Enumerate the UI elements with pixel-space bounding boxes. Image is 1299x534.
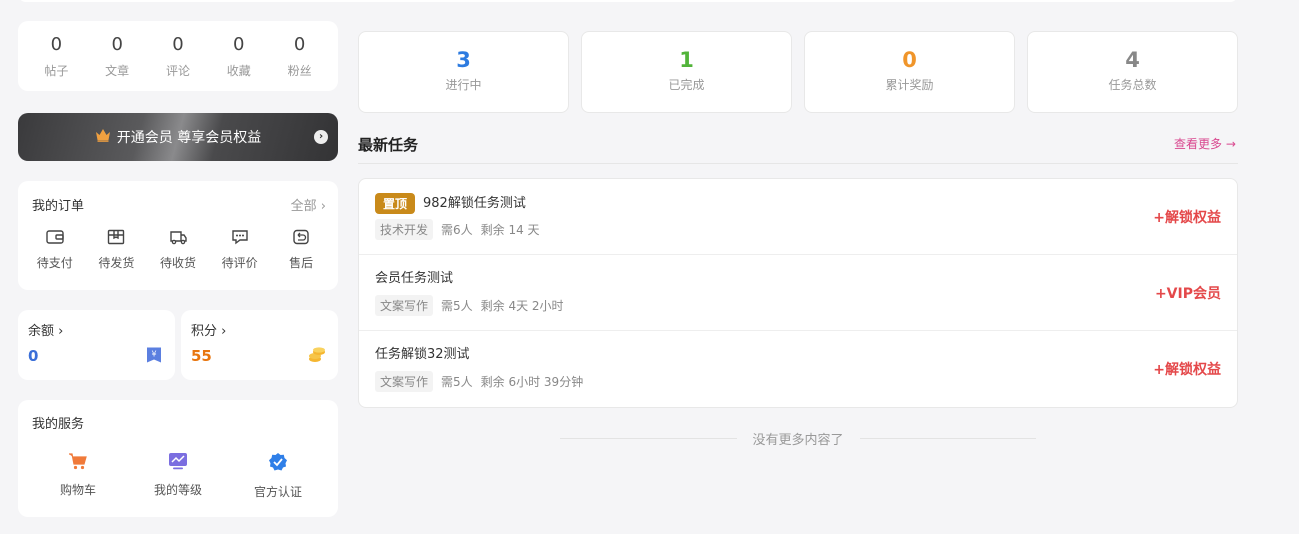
stat-value: 0 <box>172 33 184 55</box>
task-title: 任务解锁32测试 <box>375 347 470 362</box>
stat-label: 评论 <box>165 63 190 78</box>
stat-label: 帖子 <box>44 63 69 78</box>
chat-icon <box>230 228 250 246</box>
task-reward: +解锁权益 <box>1153 210 1221 226</box>
balance-card[interactable]: 余额 › 0 ¥ <box>18 310 175 380</box>
service-verification[interactable]: 官方认证 <box>238 452 318 500</box>
vip-banner[interactable]: 开通会员 尊享会员权益 › <box>18 113 338 161</box>
box-icon <box>106 228 126 246</box>
task-stat-label: 已完成 <box>668 78 705 92</box>
chevron-right-icon: › <box>314 130 328 144</box>
order-pending-receipt[interactable]: 待收货 <box>150 228 206 271</box>
view-more-link[interactable]: 查看更多 → <box>1174 135 1236 152</box>
service-label: 我的等级 <box>153 483 202 497</box>
points-card[interactable]: 积分 › 55 <box>181 310 338 380</box>
divider-line <box>859 438 1037 439</box>
task-title: 会员任务测试 <box>375 271 454 286</box>
stat-posts[interactable]: 0 帖子 <box>31 34 81 79</box>
task-remaining: 剩余 4天 2小时 <box>480 299 564 313</box>
task-people: 需5人 <box>441 375 473 389</box>
crown-icon <box>95 128 111 146</box>
task-remaining: 剩余 6小时 39分钟 <box>480 375 584 389</box>
top-card-edge <box>18 0 1238 2</box>
task-stat-label: 进行中 <box>445 78 482 92</box>
task-stat-value: 1 <box>679 48 694 72</box>
stat-value: 0 <box>293 33 306 55</box>
stat-label: 收藏 <box>226 63 251 78</box>
order-pending-payment[interactable]: 待支付 <box>27 228 83 271</box>
task-stat-in-progress[interactable]: 3 进行中 <box>358 31 569 113</box>
stat-comments[interactable]: 0 评论 <box>153 34 203 79</box>
stat-value: 0 <box>233 33 245 55</box>
service-label: 购物车 <box>59 483 96 497</box>
my-services-card: 我的服务 购物车 我的等级 官方认证 <box>18 400 338 517</box>
stat-articles[interactable]: 0 文章 <box>92 34 142 79</box>
vip-banner-label: 开通会员 尊享会员权益 <box>116 130 262 146</box>
orders-title: 我的订单 <box>32 199 85 214</box>
task-reward: +解锁权益 <box>1153 362 1221 378</box>
truck-icon <box>168 228 188 246</box>
order-label: 待评价 <box>221 256 258 270</box>
my-orders-card: 我的订单 全部 › 待支付 待发货 待收货 待评价 售后 <box>18 181 338 290</box>
task-item[interactable]: 任务解锁32测试 文案写作 需5人 剩余 6小时 39分钟 +解锁权益 <box>359 331 1237 407</box>
svg-text:¥: ¥ <box>151 350 156 359</box>
task-stat-value: 4 <box>1125 48 1140 72</box>
order-pending-shipment[interactable]: 待发货 <box>88 228 144 271</box>
task-stat-label: 任务总数 <box>1108 78 1157 92</box>
task-category-tag: 技术开发 <box>375 219 434 240</box>
points-label: 积分 › <box>191 324 227 339</box>
stat-label: 文章 <box>105 63 130 78</box>
orders-all-link[interactable]: 全部 › <box>291 195 326 214</box>
task-people: 需5人 <box>441 299 473 313</box>
task-reward: +VIP会员 <box>1154 286 1221 302</box>
task-remaining: 剩余 14 天 <box>480 223 540 237</box>
task-stat-total[interactable]: 4 任务总数 <box>1027 31 1238 113</box>
service-cart[interactable]: 购物车 <box>38 452 118 500</box>
stat-label: 粉丝 <box>287 63 312 78</box>
user-stats-card: 0 帖子 0 文章 0 评论 0 收藏 0 粉丝 <box>18 21 338 91</box>
task-title: 982解锁任务测试 <box>423 195 526 211</box>
task-stat-value: 3 <box>456 48 471 72</box>
return-icon <box>291 228 311 246</box>
services-title: 我的服务 <box>32 417 85 432</box>
level-icon <box>168 452 188 474</box>
order-after-sales[interactable]: 售后 <box>273 228 329 271</box>
task-list: 置顶 982解锁任务测试 技术开发 需6人 剩余 14 天 +解锁权益 会员任务… <box>358 178 1238 408</box>
task-stat-rewards[interactable]: 0 累计奖励 <box>804 31 1015 113</box>
service-level[interactable]: 我的等级 <box>138 452 218 500</box>
verified-icon <box>268 452 288 476</box>
stat-value: 0 <box>111 33 123 55</box>
task-people: 需6人 <box>441 223 473 237</box>
no-more-text: 没有更多内容了 <box>752 433 844 448</box>
order-label: 待收货 <box>159 256 196 270</box>
pinned-badge: 置顶 <box>375 193 416 214</box>
stat-value: 0 <box>50 33 63 55</box>
wallet-icon <box>45 228 65 246</box>
task-category-tag: 文案写作 <box>375 371 434 392</box>
divider-line <box>560 438 737 439</box>
order-pending-review[interactable]: 待评价 <box>212 228 268 271</box>
task-item[interactable]: 置顶 982解锁任务测试 技术开发 需6人 剩余 14 天 +解锁权益 <box>359 179 1237 255</box>
balance-label: 余额 › <box>28 324 64 339</box>
task-stat-label: 累计奖励 <box>885 78 934 92</box>
task-item[interactable]: 会员任务测试 文案写作 需5人 剩余 4天 2小时 +VIP会员 <box>359 255 1237 331</box>
points-value: 55 <box>191 347 212 365</box>
order-label: 售后 <box>289 256 314 270</box>
coins-icon <box>308 346 326 368</box>
task-category-tag: 文案写作 <box>375 295 434 316</box>
cart-icon <box>68 452 88 474</box>
stat-favorites[interactable]: 0 收藏 <box>214 34 264 79</box>
latest-tasks-title: 最新任务 <box>358 136 419 154</box>
yen-wallet-icon: ¥ <box>145 346 163 368</box>
no-more-content: 没有更多内容了 <box>560 429 1037 448</box>
task-stat-value: 0 <box>902 48 917 72</box>
task-stat-completed[interactable]: 1 已完成 <box>581 31 792 113</box>
order-label: 待发货 <box>98 256 135 270</box>
service-label: 官方认证 <box>253 485 302 499</box>
balance-value: 0 <box>28 347 39 365</box>
order-label: 待支付 <box>36 256 73 270</box>
section-divider <box>358 163 1238 164</box>
stat-fans[interactable]: 0 粉丝 <box>275 34 325 79</box>
